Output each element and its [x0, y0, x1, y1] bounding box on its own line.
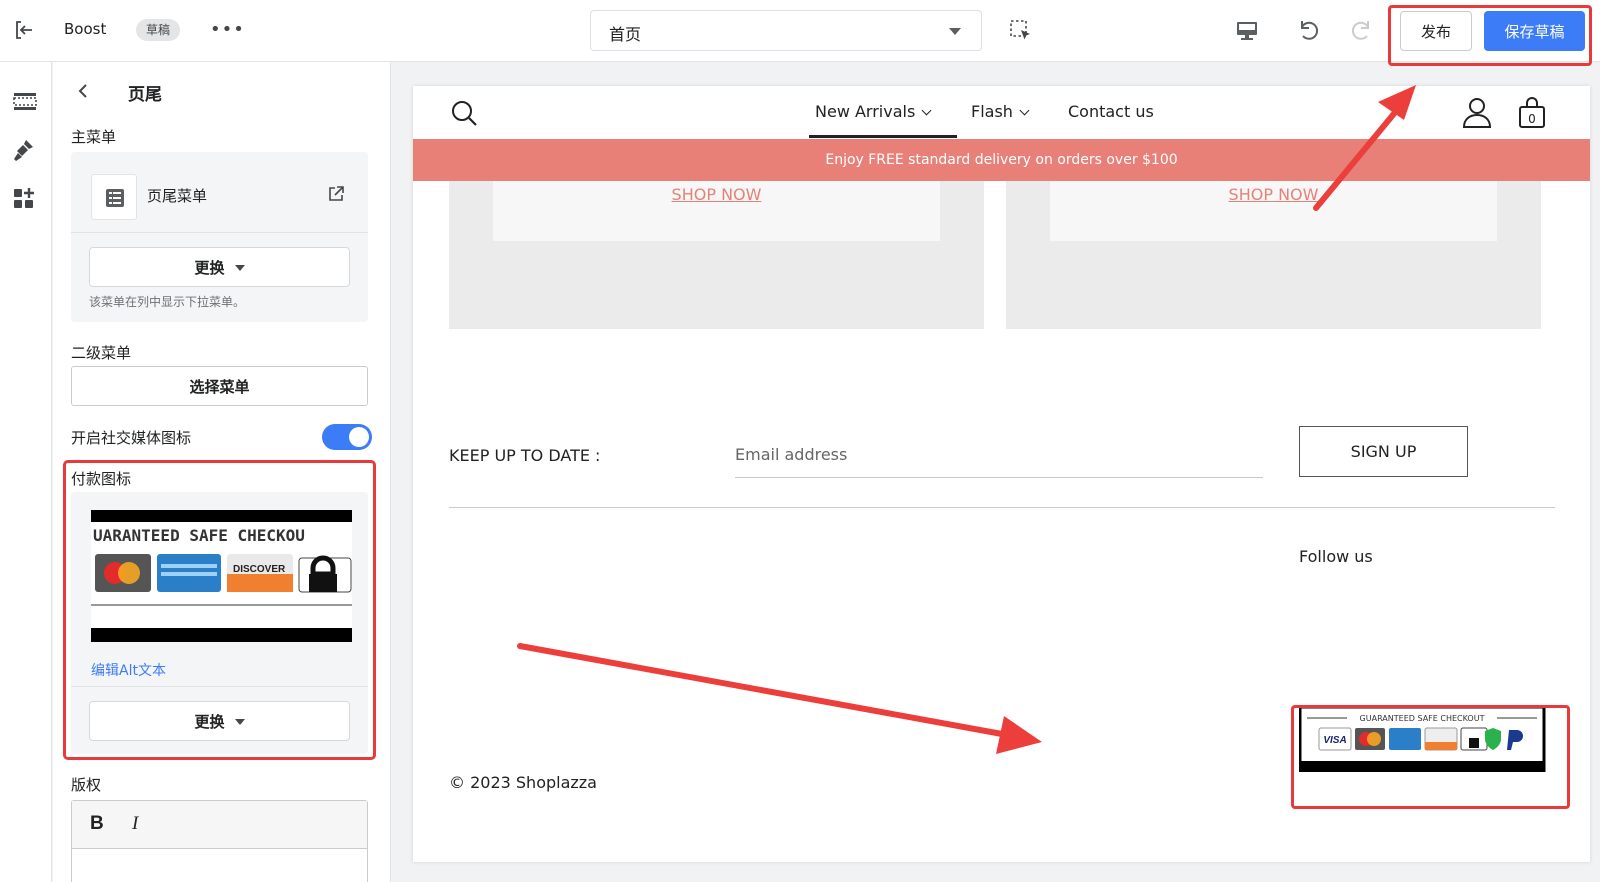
- exit-icon[interactable]: [12, 18, 36, 42]
- more-actions-button[interactable]: •••: [210, 16, 244, 44]
- save-draft-button[interactable]: 保存草稿: [1484, 11, 1585, 51]
- left-rail: [0, 62, 52, 882]
- email-field[interactable]: [735, 432, 1263, 478]
- payment-icons-card: UARANTEED SAFE CHECKOU DISCOVER 编辑Alt文本 …: [71, 492, 368, 754]
- copyright-text: © 2023 Shoplazza: [449, 773, 597, 792]
- svg-text:VISA: VISA: [1323, 735, 1346, 746]
- theme-name: Boost: [64, 20, 107, 38]
- chevron-down-icon: [949, 28, 961, 35]
- nav-item-flash[interactable]: Flash: [971, 102, 1030, 121]
- apps-icon[interactable]: [10, 184, 40, 214]
- toggle-knob: [349, 427, 369, 447]
- menu-help-text: 该菜单在列中显示下拉菜单。: [89, 295, 246, 309]
- replace-payment-label: 更换: [194, 712, 225, 731]
- secondary-menu-label: 二级菜单: [71, 344, 132, 362]
- bold-button[interactable]: B: [90, 813, 104, 835]
- sections-icon[interactable]: [10, 86, 40, 116]
- follow-us-label: Follow us: [1299, 547, 1373, 566]
- edit-alt-text-link[interactable]: 编辑Alt文本: [91, 660, 166, 680]
- menu-list-icon: [91, 174, 137, 220]
- inspect-icon[interactable]: [1008, 18, 1034, 44]
- promo-content: SHOP NOW: [1050, 181, 1497, 241]
- social-icons-label: 开启社交媒体图标: [71, 429, 192, 447]
- select-menu-button[interactable]: 选择菜单: [71, 366, 368, 406]
- announcement-bar: Enjoy FREE standard delivery on orders o…: [413, 139, 1590, 181]
- back-arrow-icon[interactable]: [73, 80, 95, 102]
- cart-count: 0: [1528, 112, 1536, 126]
- publish-button[interactable]: 发布: [1400, 11, 1472, 51]
- redo-icon[interactable]: [1348, 16, 1376, 44]
- external-link-icon[interactable]: [326, 184, 346, 204]
- nav-active-indicator: [809, 135, 957, 138]
- account-icon[interactable]: [1461, 96, 1493, 130]
- newsletter-heading: KEEP UP TO DATE :: [449, 446, 601, 465]
- caret-down-icon: [234, 265, 245, 271]
- page-select[interactable]: 首页: [590, 10, 982, 51]
- top-bar: Boost 草稿 ••• 首页 发布 保存草稿: [0, 0, 1600, 62]
- payment-badge-image: GUARANTEED SAFE CHECKOUT VISA: [1298, 705, 1549, 773]
- menu-name: 页尾菜单: [147, 187, 208, 205]
- nav-label: Flash: [971, 102, 1013, 121]
- chevron-down-icon: [921, 105, 932, 116]
- store-preview: New Arrivals Flash Contact us 0 Enjoy FR…: [413, 86, 1590, 862]
- cart-icon[interactable]: 0: [1517, 96, 1547, 130]
- promo-content: SHOP NOW: [493, 181, 940, 241]
- promo-block: SHOP NOW: [449, 181, 984, 329]
- editor-toolbar: B I: [72, 801, 367, 849]
- italic-button[interactable]: I: [132, 813, 138, 835]
- payment-icons-image[interactable]: UARANTEED SAFE CHECKOU DISCOVER: [91, 510, 352, 642]
- footer-divider: [449, 507, 1555, 508]
- desktop-view-icon[interactable]: [1234, 18, 1260, 44]
- nav-label: New Arrivals: [815, 102, 916, 121]
- nav-item-contact-us[interactable]: Contact us: [1068, 102, 1154, 121]
- payment-icons-label: 付款图标: [71, 470, 132, 488]
- shop-now-link[interactable]: SHOP NOW: [493, 185, 940, 204]
- copyright-editor[interactable]: B I: [71, 800, 368, 882]
- main-menu-label: 主菜单: [71, 128, 117, 146]
- undo-icon[interactable]: [1294, 16, 1322, 44]
- replace-payment-image-button[interactable]: 更换: [89, 701, 350, 741]
- nav-item-new-arrivals[interactable]: New Arrivals: [815, 102, 932, 121]
- panel-title: 页尾: [128, 85, 162, 105]
- promo-block: SHOP NOW: [1006, 181, 1541, 329]
- social-icons-toggle[interactable]: [322, 424, 372, 450]
- status-badge: 草稿: [136, 19, 181, 41]
- divider: [71, 232, 368, 233]
- divider: [71, 686, 368, 687]
- replace-menu-label: 更换: [194, 258, 225, 277]
- replace-menu-button[interactable]: 更换: [89, 247, 350, 287]
- chevron-down-icon: [1019, 105, 1030, 116]
- page-select-value: 首页: [609, 25, 642, 44]
- copyright-label: 版权: [71, 776, 102, 794]
- payment-badge-text: GUARANTEED SAFE CHECKOUT: [1360, 714, 1485, 723]
- caret-down-icon: [234, 719, 245, 725]
- settings-panel: 页尾 主菜单 页尾菜单 更换 该菜单在列中显示下拉菜单。 二级菜单 选择菜单 开…: [53, 62, 391, 882]
- shop-now-link[interactable]: SHOP NOW: [1050, 185, 1497, 204]
- store-header: New Arrivals Flash Contact us 0: [413, 86, 1590, 140]
- svg-text:DISCOVER: DISCOVER: [233, 564, 286, 575]
- sign-up-button[interactable]: SIGN UP: [1299, 426, 1468, 477]
- nav-label: Contact us: [1068, 102, 1154, 121]
- theme-settings-icon[interactable]: [10, 136, 40, 166]
- payment-image-text: UARANTEED SAFE CHECKOU: [93, 526, 305, 545]
- search-icon[interactable]: [449, 98, 479, 128]
- main-menu-card: 页尾菜单 更换 该菜单在列中显示下拉菜单。: [71, 152, 368, 322]
